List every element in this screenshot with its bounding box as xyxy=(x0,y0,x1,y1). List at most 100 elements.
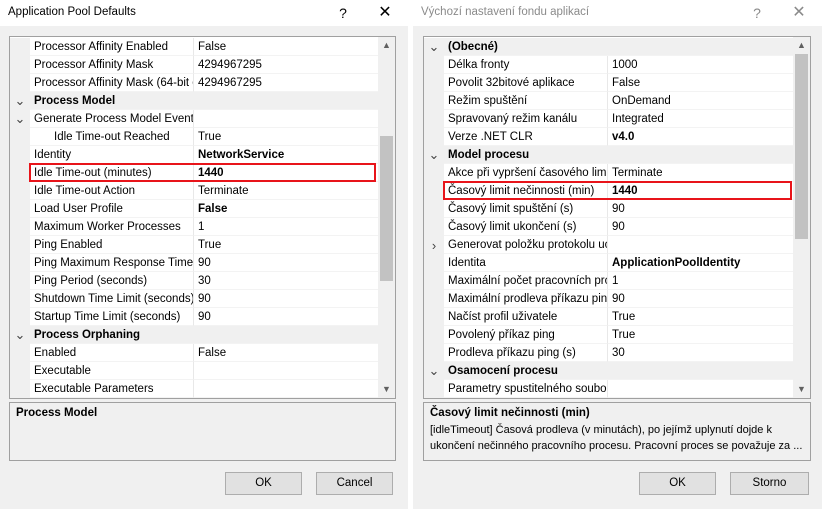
property-row[interactable]: Enabled False xyxy=(10,344,378,362)
scrollbar-thumb[interactable] xyxy=(795,54,808,239)
property-value[interactable]: 30 xyxy=(608,344,793,362)
property-value[interactable]: False xyxy=(194,344,378,362)
vertical-scrollbar[interactable]: ▲ ▼ xyxy=(378,37,395,398)
property-row[interactable]: Časový limit spuštění (s) 90 xyxy=(424,200,793,218)
property-row[interactable]: Verze .NET CLR v4.0 xyxy=(424,128,793,146)
property-value[interactable] xyxy=(608,236,793,254)
help-button[interactable]: ? xyxy=(742,3,772,23)
property-row[interactable]: Executable Parameters xyxy=(10,380,378,398)
property-row[interactable]: Executable xyxy=(10,362,378,380)
category-row[interactable]: ⌄ Osamocení procesu xyxy=(424,362,793,380)
chevron-down-icon[interactable]: ⌄ xyxy=(424,38,444,56)
property-row[interactable]: › Generovat položku protokolu uc xyxy=(424,236,793,254)
property-value[interactable]: 90 xyxy=(608,218,793,236)
property-row[interactable]: Maximální prodleva příkazu ping 90 xyxy=(424,290,793,308)
property-row[interactable]: Povolit 32bitové aplikace False xyxy=(424,74,793,92)
property-row[interactable]: Startup Time Limit (seconds) 90 xyxy=(10,308,378,326)
property-value[interactable]: 1 xyxy=(608,272,793,290)
property-value[interactable]: 90 xyxy=(194,290,378,308)
property-row[interactable]: Idle Time-out Action Terminate xyxy=(10,182,378,200)
chevron-down-icon[interactable]: ⌄ xyxy=(10,92,30,110)
property-grid[interactable]: ⌄ (Obecné) Délka fronty 1000 Povolit 32bitov… xyxy=(423,36,811,399)
chevron-down-icon[interactable]: ⌄ xyxy=(10,110,30,128)
close-button[interactable]: ✕ xyxy=(370,3,400,23)
property-row[interactable]: Časový limit ukončení (s) 90 xyxy=(424,218,793,236)
property-value[interactable]: 90 xyxy=(194,308,378,326)
chevron-right-icon[interactable]: › xyxy=(424,236,444,254)
property-value[interactable]: 4294967295 xyxy=(194,56,378,74)
scroll-down-arrow-icon[interactable]: ▼ xyxy=(793,381,810,398)
property-row[interactable]: Délka fronty 1000 xyxy=(424,56,793,74)
scrollbar-thumb[interactable] xyxy=(380,135,393,281)
property-row[interactable]: Identita ApplicationPoolIdentity xyxy=(424,254,793,272)
property-row[interactable]: Idle Time-out (minutes) 1440 xyxy=(10,164,378,182)
property-value[interactable]: True xyxy=(608,308,793,326)
property-value[interactable]: True xyxy=(608,326,793,344)
property-row[interactable]: ⌄ Generate Process Model Event L xyxy=(10,110,378,128)
property-value[interactable]: Terminate xyxy=(608,164,793,182)
property-row[interactable]: Ping Enabled True xyxy=(10,236,378,254)
property-row[interactable]: Processor Affinity Enabled False xyxy=(10,38,378,56)
property-value[interactable]: 1 xyxy=(194,218,378,236)
property-value[interactable]: NetworkService xyxy=(194,146,378,164)
property-value[interactable]: False xyxy=(194,200,378,218)
close-button[interactable]: ✕ xyxy=(784,3,814,23)
help-button[interactable]: ? xyxy=(328,3,358,23)
property-value[interactable]: OnDemand xyxy=(608,92,793,110)
property-row[interactable]: Processor Affinity Mask 4294967295 xyxy=(10,56,378,74)
property-value[interactable]: True xyxy=(194,128,378,146)
cancel-button[interactable]: Storno xyxy=(730,472,809,495)
category-row[interactable]: ⌄ Process Model xyxy=(10,92,378,110)
scroll-up-arrow-icon[interactable]: ▲ xyxy=(378,37,395,54)
property-value[interactable]: Terminate xyxy=(194,182,378,200)
scroll-up-arrow-icon[interactable]: ▲ xyxy=(793,37,810,54)
property-row[interactable]: Povolený příkaz ping True xyxy=(424,326,793,344)
property-value[interactable] xyxy=(194,380,378,398)
property-value[interactable] xyxy=(194,110,378,128)
property-value[interactable]: 1440 xyxy=(194,164,378,182)
property-value[interactable]: v4.0 xyxy=(608,128,793,146)
property-value[interactable]: True xyxy=(194,236,378,254)
property-value[interactable]: 90 xyxy=(194,254,378,272)
property-row[interactable]: Prodleva příkazu ping (s) 30 xyxy=(424,344,793,362)
category-row[interactable]: ⌄ Process Orphaning xyxy=(10,326,378,344)
property-row[interactable]: Načíst profil uživatele True xyxy=(424,308,793,326)
property-row[interactable]: Processor Affinity Mask (64-bit c 4294967… xyxy=(10,74,378,92)
cancel-button[interactable]: Cancel xyxy=(316,472,393,495)
property-value[interactable]: 4294967295 xyxy=(194,74,378,92)
property-value[interactable]: False xyxy=(608,74,793,92)
property-row[interactable]: Shutdown Time Limit (seconds) 90 xyxy=(10,290,378,308)
property-value[interactable]: 30 xyxy=(194,272,378,290)
property-value[interactable]: ApplicationPoolIdentity xyxy=(608,254,793,272)
property-row[interactable]: Spravovaný režim kanálu Integrated xyxy=(424,110,793,128)
property-row[interactable]: Identity NetworkService xyxy=(10,146,378,164)
property-value[interactable] xyxy=(194,362,378,380)
ok-button[interactable]: OK xyxy=(225,472,302,495)
property-row[interactable]: Parametry spustitelného soubor xyxy=(424,380,793,398)
property-row[interactable]: Ping Maximum Response Time (90 xyxy=(10,254,378,272)
category-row[interactable]: ⌄ (Obecné) xyxy=(424,38,793,56)
chevron-down-icon[interactable]: ⌄ xyxy=(424,146,444,164)
vertical-scrollbar[interactable]: ▲ ▼ xyxy=(793,37,810,398)
property-row[interactable]: Ping Period (seconds) 30 xyxy=(10,272,378,290)
property-row[interactable]: Režim spuštění OnDemand xyxy=(424,92,793,110)
property-row[interactable]: Load User Profile False xyxy=(10,200,378,218)
property-value[interactable] xyxy=(608,380,793,398)
property-row[interactable]: Idle Time-out Reached True xyxy=(10,128,378,146)
property-row[interactable]: Akce při vypršení časového limit Terminat… xyxy=(424,164,793,182)
property-row[interactable]: Maximum Worker Processes 1 xyxy=(10,218,378,236)
property-row[interactable]: Časový limit nečinnosti (min) 1440 xyxy=(424,182,793,200)
property-value[interactable]: 90 xyxy=(608,290,793,308)
chevron-down-icon[interactable]: ⌄ xyxy=(424,362,444,380)
chevron-down-icon[interactable]: ⌄ xyxy=(10,326,30,344)
property-value[interactable]: 1000 xyxy=(608,56,793,74)
property-value[interactable]: 1440 xyxy=(608,182,793,200)
category-row[interactable]: ⌄ Model procesu xyxy=(424,146,793,164)
property-value[interactable]: False xyxy=(194,38,378,56)
property-grid[interactable]: Processor Affinity Enabled False Processor… xyxy=(9,36,396,399)
property-value[interactable]: 90 xyxy=(608,200,793,218)
ok-button[interactable]: OK xyxy=(639,472,716,495)
property-row[interactable]: Maximální počet pracovních prc 1 xyxy=(424,272,793,290)
scroll-down-arrow-icon[interactable]: ▼ xyxy=(378,381,395,398)
property-value[interactable]: Integrated xyxy=(608,110,793,128)
